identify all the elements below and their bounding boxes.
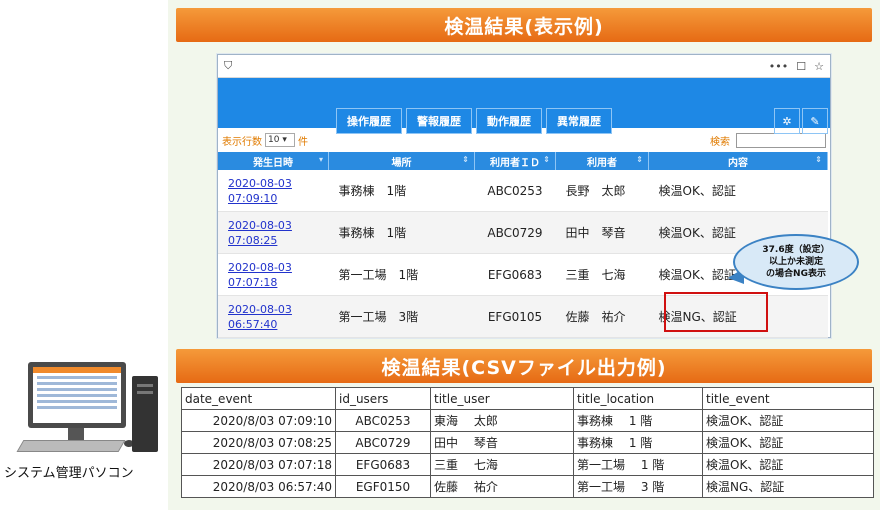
user-cell: 長野 太郎 <box>555 170 649 212</box>
monitor-stand <box>68 428 84 440</box>
user-id-cell: EFG0105 <box>474 295 556 338</box>
csv-cell: 検温OK、認証 <box>702 453 874 476</box>
csv-cell: 2020/8/03 07:09:10 <box>181 409 336 432</box>
column-header-content[interactable]: 内容 ⇕ <box>648 152 828 170</box>
csv-cell: EFG0683 <box>335 453 431 476</box>
more-icon[interactable]: ••• <box>769 60 788 73</box>
user-id-cell: ABC0729 <box>474 211 556 254</box>
csv-header: id_users <box>335 387 431 410</box>
location-cell: 事務棟 1階 <box>328 170 475 212</box>
user-id-cell: ABC0253 <box>474 170 556 212</box>
column-header-datetime[interactable]: 発生日時 ▾ <box>218 152 329 170</box>
monitor-icon <box>28 362 126 428</box>
csv-cell: 三重 七海 <box>430 453 574 476</box>
csv-cell: 事務棟 1 階 <box>573 431 703 454</box>
csv-cell: 事務棟 1 階 <box>573 409 703 432</box>
operation-history-button[interactable]: 操作履歴 <box>336 108 402 134</box>
search-input[interactable] <box>736 132 826 148</box>
edit-icon[interactable]: ✎ <box>802 108 828 134</box>
user-cell: 田中 琴音 <box>555 211 649 254</box>
csv-header: date_event <box>181 387 336 410</box>
csv-cell: 田中 琴音 <box>430 431 574 454</box>
user-cell: 佐藤 祐介 <box>555 295 649 338</box>
csv-example-banner: 検温結果(CSVファイル出力例) <box>176 349 872 383</box>
callout-line: の場合NG表示 <box>766 269 826 279</box>
table-row: 2020-08-03 07:08:25 事務棟 1階 ABC0729 田中 琴音 … <box>218 211 828 254</box>
column-header-user-id[interactable]: 利用者ＩＤ ⇕ <box>474 152 556 170</box>
alarm-history-button[interactable]: 警報履歴 <box>406 108 472 134</box>
csv-cell: 検温NG、認証 <box>702 475 874 498</box>
column-header-user[interactable]: 利用者 ⇕ <box>555 152 649 170</box>
callout-line: 37.6度（設定） <box>762 245 830 255</box>
ng-highlight-box <box>664 292 768 332</box>
ng-callout: 37.6度（設定） 以上か未測定 の場合NG表示 <box>733 234 859 290</box>
search-label: 検索 <box>710 136 730 148</box>
csv-cell: 第一工場 3 階 <box>573 475 703 498</box>
table-row: 2020-08-03 07:09:10 事務棟 1階 ABC0253 長野 太郎 … <box>218 170 828 212</box>
display-example-banner: 検温結果(表示例) <box>176 8 872 42</box>
pc-label: システム管理パソコン <box>4 466 134 481</box>
csv-row: 2020/8/03 07:08:25 ABC0729 田中 琴音 事務棟 1 階… <box>181 431 874 454</box>
action-history-button[interactable]: 動作履歴 <box>476 108 542 134</box>
location-cell: 事務棟 1階 <box>328 211 475 254</box>
csv-header: title_event <box>702 387 874 410</box>
csv-cell: 検温OK、認証 <box>702 409 874 432</box>
rows-unit: 件 <box>298 136 308 148</box>
location-cell: 第一工場 1階 <box>328 253 475 296</box>
csv-row: 2020/8/03 06:57:40 EGF0150 佐藤 祐介 第一工場 3 … <box>181 475 874 498</box>
column-header-location[interactable]: 場所 ⇕ <box>328 152 475 170</box>
error-history-button[interactable]: 異常履歴 <box>546 108 612 134</box>
csv-cell: 佐藤 祐介 <box>430 475 574 498</box>
pocket-icon[interactable]: ☐ <box>796 60 806 73</box>
csv-row: 2020/8/03 07:09:10 ABC0253 東海 太郎 事務棟 1 階… <box>181 409 874 432</box>
pc-tower-icon <box>132 376 158 452</box>
rows-select[interactable]: 10 ▾ <box>265 133 295 147</box>
csv-cell: 2020/8/03 07:07:18 <box>181 453 336 476</box>
datetime-link[interactable]: 2020-08-03 07:07:18 <box>228 260 329 290</box>
location-cell: 第一工場 3階 <box>328 295 475 338</box>
user-cell: 三重 七海 <box>555 253 649 296</box>
csv-row: 2020/8/03 07:07:18 EFG0683 三重 七海 第一工場 1 … <box>181 453 874 476</box>
csv-cell: ABC0729 <box>335 431 431 454</box>
settings-icon[interactable]: ✲ <box>774 108 800 134</box>
callout-line: 以上か未測定 <box>768 257 823 267</box>
csv-header-row: date_event id_users title_user title_loc… <box>181 387 874 410</box>
keyboard-icon <box>16 440 126 452</box>
csv-table: date_event id_users title_user title_loc… <box>181 387 874 498</box>
user-id-cell: EFG0683 <box>474 253 556 296</box>
csv-cell: 2020/8/03 07:08:25 <box>181 431 336 454</box>
csv-cell: 検温OK、認証 <box>702 431 874 454</box>
csv-cell: ABC0253 <box>335 409 431 432</box>
datetime-link[interactable]: 2020-08-03 06:57:40 <box>228 302 329 332</box>
csv-header: title_location <box>573 387 703 410</box>
csv-cell: 2020/8/03 06:57:40 <box>181 475 336 498</box>
rows-label: 表示行数 <box>222 136 262 148</box>
csv-cell: 東海 太郎 <box>430 409 574 432</box>
nav-bar: 操作履歴 警報履歴 動作履歴 異常履歴 ✲ ✎ <box>218 78 830 134</box>
content-cell: 検温OK、認証 <box>648 170 828 212</box>
datetime-link[interactable]: 2020-08-03 07:08:25 <box>228 218 329 248</box>
shield-icon: ⛉ <box>224 59 233 72</box>
csv-cell: EGF0150 <box>335 475 431 498</box>
pc-illustration <box>16 352 170 457</box>
address-bar[interactable]: ⛉ ••• ☐ ☆ <box>218 55 830 78</box>
csv-header: title_user <box>430 387 574 410</box>
star-icon[interactable]: ☆ <box>814 60 824 73</box>
datetime-link[interactable]: 2020-08-03 07:09:10 <box>228 176 329 206</box>
csv-cell: 第一工場 1 階 <box>573 453 703 476</box>
